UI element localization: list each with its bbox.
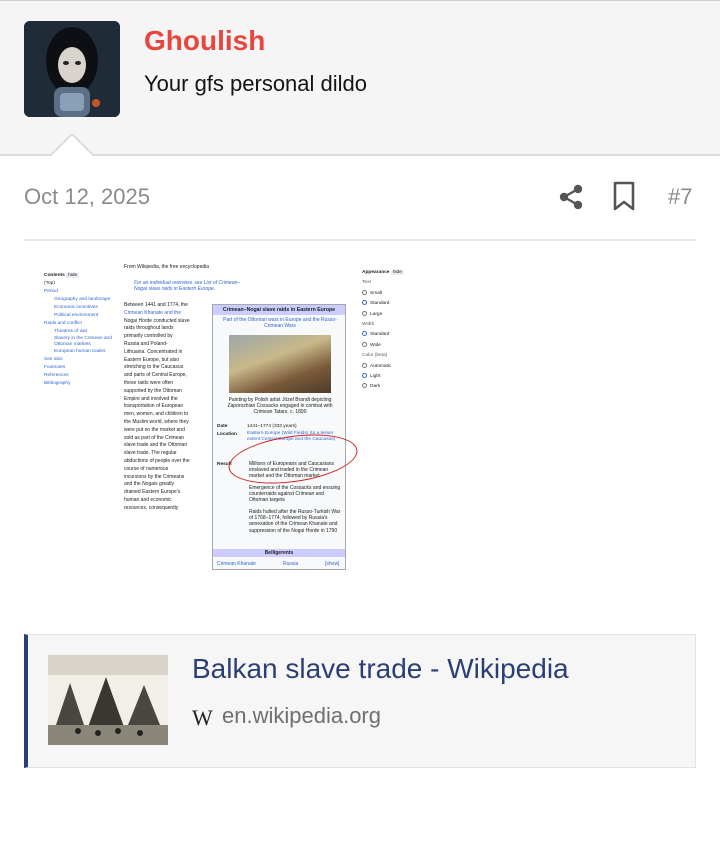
toc-header: Contents <box>44 273 65 278</box>
body-line: Between 1441 and 1774, the <box>124 302 188 308</box>
body-line: Russia and Poland- <box>124 340 168 347</box>
body-line: slave trade and the Ottoman <box>124 442 188 449</box>
post-number-link[interactable]: #7 <box>668 184 692 210</box>
body-line: drained Eastern Europe's <box>124 489 181 496</box>
body-line: men, women, and children to <box>124 411 189 418</box>
link-thumbnail[interactable] <box>48 655 168 745</box>
wiki-hatnote: For an individual overview, see List of … <box>134 280 241 293</box>
body-line: the Muslim world, where they <box>124 418 189 425</box>
wiki-body: Between 1441 and 1774, the Crimean Khana… <box>124 302 212 513</box>
infobox-title: Crimean–Nogai slave raids in Eastern Eur… <box>213 305 345 315</box>
infobox-date-label: Date <box>217 424 228 429</box>
infobox-subtitle: Part of the Ottoman wars in Europe and t… <box>223 317 337 330</box>
body-line: and parts of Central Europe, <box>124 372 187 379</box>
toc-item: Bibliography <box>44 381 71 386</box>
body-line: stretching to the Caucasus <box>124 364 184 371</box>
infobox-caption: Painting by Polish artist Józef Brandt d… <box>227 397 333 416</box>
appearance-color-label: Color (beta) <box>362 353 388 359</box>
appearance-hide: hide <box>390 270 404 275</box>
toc-item: Slavery in the Crimean and Ottoman marke… <box>54 336 112 347</box>
appearance-option: Standard <box>370 301 390 307</box>
toc-item: References <box>44 373 69 378</box>
appearance-header: Appearance <box>362 270 390 275</box>
infobox-result-item: Raids halted after the Russo-Turkish War… <box>249 509 341 534</box>
body-line: transportation of European <box>124 403 184 410</box>
appearance-option: Dark <box>370 384 381 390</box>
wikipedia-icon: W <box>192 705 213 730</box>
link-title[interactable]: Balkan slave trade - Wikipedia <box>192 653 569 685</box>
toc-item: Footnotes <box>44 365 66 370</box>
body-line: Lithuania. Concentrated in <box>124 348 183 355</box>
appearance-width-label: Width <box>362 322 375 328</box>
appearance-option: Standard <box>370 332 390 338</box>
toc-item: Political environment <box>54 313 99 318</box>
infobox-painting <box>229 335 331 393</box>
post-date[interactable]: Oct 12, 2025 <box>24 184 150 210</box>
body-line: resources, consequently <box>124 504 179 511</box>
body-line: these raids were often <box>124 379 174 386</box>
body-line: slave trade. The regular <box>124 450 177 457</box>
toc-item: Period <box>44 289 58 294</box>
body-line: human and economic <box>124 496 172 503</box>
appearance-option: Automatic <box>370 363 392 369</box>
body-line: supported by the Ottoman <box>124 387 182 394</box>
infobox-bell-left: Crimean Khanate <box>217 561 256 567</box>
infobox-result-item: Emergence of the Cossacks and ensuing co… <box>249 485 341 504</box>
infobox-bell-show: [show] <box>325 561 340 567</box>
body-line: and the Nogais greatly <box>124 481 175 488</box>
body-line: were put on the market and <box>124 426 185 433</box>
body-line: abductions of people over the <box>124 457 190 464</box>
username[interactable]: Ghoulish <box>144 25 265 57</box>
divider <box>24 239 696 241</box>
body-line: Crimean Khanate and the <box>124 309 181 316</box>
toc-item: Theatres of war <box>54 329 88 334</box>
user-title: Your gfs personal dildo <box>144 71 368 96</box>
appearance-option: Light <box>370 374 381 380</box>
toc-item: See also <box>44 357 63 362</box>
toc-item: (Top) <box>44 281 55 286</box>
body-line: primarily controlled by <box>124 333 173 340</box>
appearance-option: Large <box>370 311 383 317</box>
toc-item: Raids and conflict <box>44 321 82 326</box>
share-icon[interactable] <box>556 182 586 212</box>
body-line: Eastern Europe, but also <box>124 356 180 363</box>
infobox-bell-right: Russia <box>283 561 299 567</box>
link-domain: en.wikipedia.org <box>222 703 381 728</box>
wiki-toc: Contents hide (Top) Period Geography and… <box>44 272 116 388</box>
appearance-option: Small <box>370 290 382 296</box>
link-preview-card[interactable]: Balkan slave trade - Wikipedia W en.wiki… <box>24 634 696 768</box>
body-line: Empire and involved the <box>124 395 178 402</box>
body-line: Nogai Horde conducted slave <box>124 317 190 324</box>
infobox-location-label: Location <box>217 432 237 437</box>
appearance-option: Wide <box>370 342 381 348</box>
infobox-belligerents: Belligerents <box>213 549 345 557</box>
body-line: course of numerous <box>124 465 169 472</box>
wiki-appearance-panel: Appearance hide Text Small Standard Larg… <box>362 268 442 393</box>
appearance-text-label: Text <box>362 280 371 286</box>
user-strip: Ghoulish Your gfs personal dildo <box>0 0 720 156</box>
attached-screenshot[interactable]: From Wikipedia, the free encyclopedia Fo… <box>24 258 444 570</box>
body-line: sold as part of the Crimean <box>124 434 185 441</box>
body-line: incursions by the Crimeans <box>124 473 185 480</box>
toc-item: Economic incentives <box>54 305 98 310</box>
toc-item: European human trades <box>54 349 106 354</box>
bookmark-icon[interactable] <box>610 180 638 212</box>
toc-hide: hide <box>66 273 80 278</box>
body-line: raids throughout lands <box>124 325 174 332</box>
infobox-date-value: 1441–1774 (333 years) <box>247 424 297 429</box>
avatar[interactable] <box>24 21 120 117</box>
toc-item: Geography and landscape <box>54 297 111 302</box>
wiki-from-line: From Wikipedia, the free encyclopedia <box>124 264 210 270</box>
forum-post: Ghoulish Your gfs personal dildo Oct 12,… <box>0 0 720 857</box>
post-caret <box>48 134 96 158</box>
